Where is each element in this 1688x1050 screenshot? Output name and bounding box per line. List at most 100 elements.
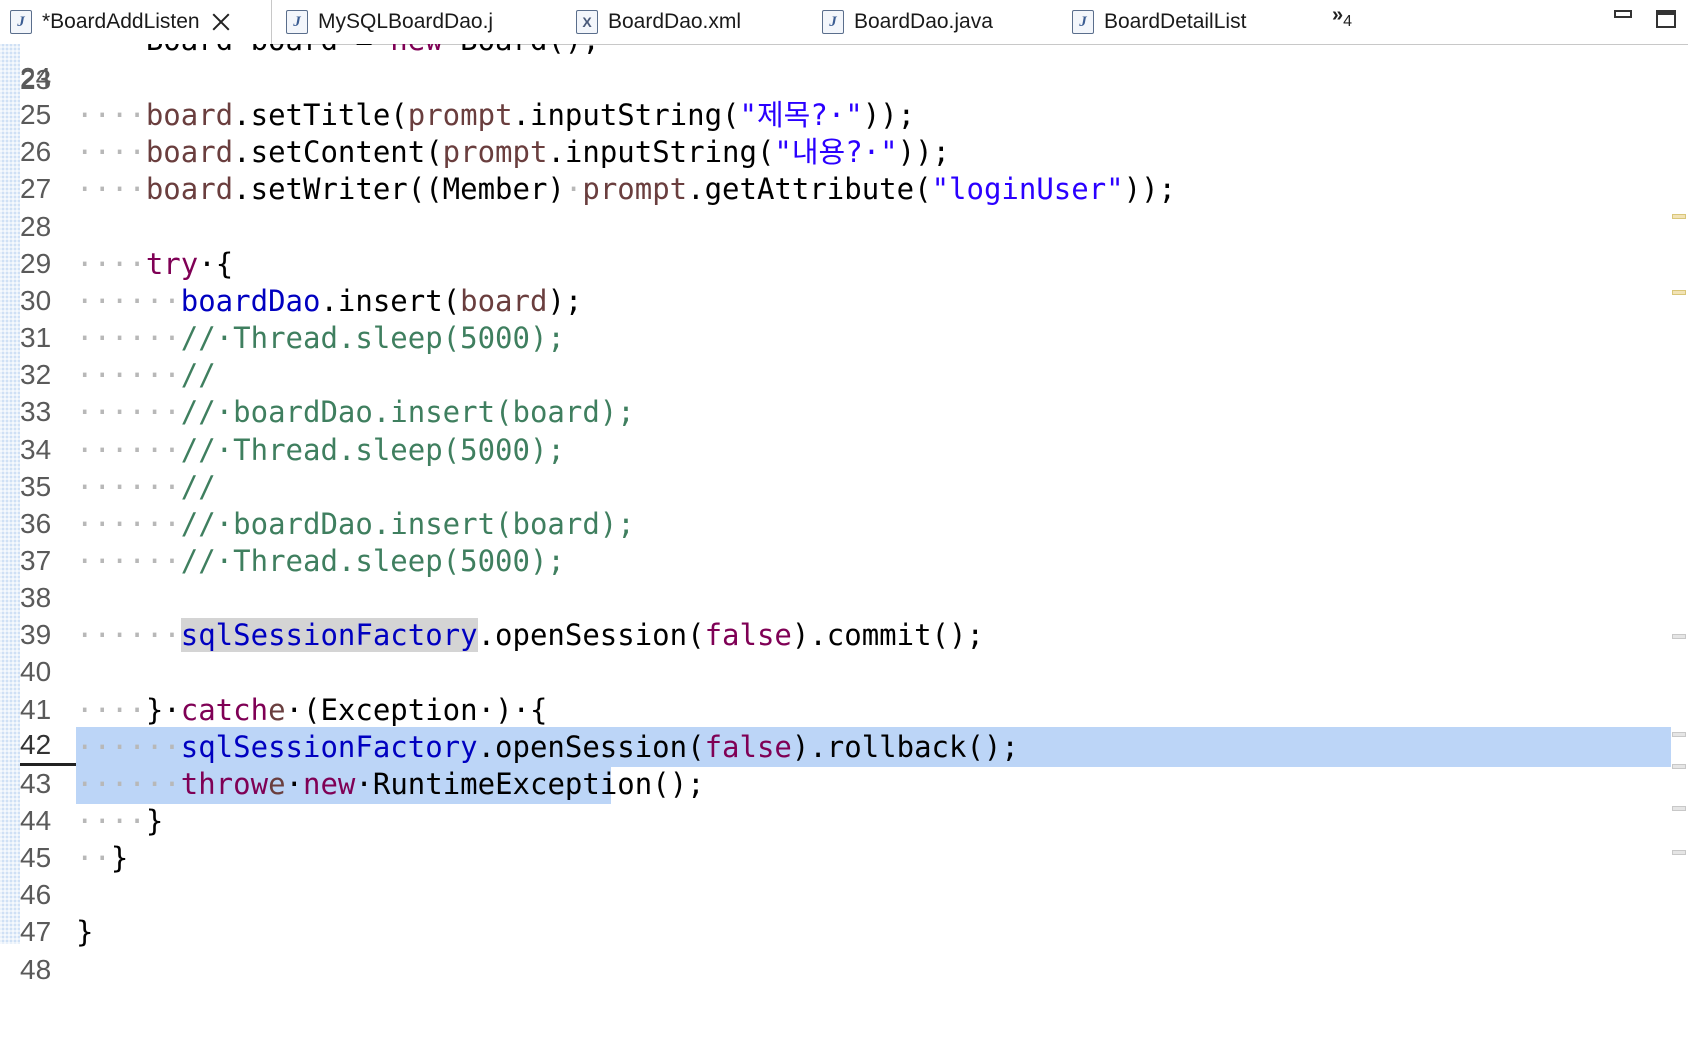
overview-ruler-mark[interactable] bbox=[1672, 806, 1686, 811]
code-line[interactable]: 36 ······//·boardDao.insert(board); bbox=[20, 504, 1670, 544]
code-token: .setTitle( bbox=[233, 98, 408, 133]
code-token: ······ bbox=[76, 321, 181, 356]
code-token: boardDao bbox=[180, 283, 321, 318]
code-text: ····board.setContent(prompt.inputString(… bbox=[76, 132, 950, 172]
code-token: ·(Exception· bbox=[285, 692, 496, 727]
close-icon[interactable] bbox=[210, 11, 232, 33]
code-editor[interactable]: 23 ····Board·board·=·new·Board(); 2425··… bbox=[0, 44, 1688, 1050]
editor-tab-bar: J *BoardAddListen J MySQLBoardDao.j X Bo… bbox=[0, 0, 1688, 45]
overflow-count: 4 bbox=[1343, 13, 1353, 30]
tab-label: BoardDetailList bbox=[1104, 10, 1247, 33]
code-line[interactable]: 39 ······sqlSessionFactory.openSession(fa… bbox=[20, 615, 1670, 655]
code-line[interactable]: 48 bbox=[20, 950, 1670, 990]
java-file-icon: J bbox=[286, 10, 308, 34]
code-line[interactable]: 33 ······//·boardDao.insert(board); bbox=[20, 392, 1670, 432]
tab-overflow-button[interactable]: »4 bbox=[1332, 4, 1352, 31]
code-token: //·Thread.sleep(5000); bbox=[180, 543, 565, 578]
code-token: "내용?·" bbox=[774, 135, 898, 170]
code-token: // bbox=[180, 358, 216, 393]
line-number: 36 bbox=[20, 507, 52, 539]
line-number: 46 bbox=[20, 879, 52, 911]
code-token: } bbox=[110, 841, 129, 876]
minimize-icon[interactable] bbox=[1614, 10, 1632, 18]
line-number: 48 bbox=[20, 953, 52, 985]
code-token: ······ bbox=[76, 729, 181, 764]
code-token: "제목?·" bbox=[739, 98, 863, 133]
code-token: ······ bbox=[76, 283, 181, 318]
tab-board-dao-xml[interactable]: X BoardDao.xml bbox=[576, 0, 741, 44]
code-token: .setContent( bbox=[233, 135, 443, 170]
line-number: 26 bbox=[20, 136, 52, 168]
code-line[interactable]: 29 ····try·{ bbox=[20, 244, 1670, 284]
line-number: 45 bbox=[20, 842, 52, 874]
overview-ruler-mark[interactable] bbox=[1672, 850, 1686, 855]
line-number: 43 bbox=[20, 767, 52, 799]
code-token: ······ bbox=[76, 432, 181, 467]
maximize-icon[interactable] bbox=[1656, 10, 1676, 28]
code-line[interactable]: 34 ······//·Thread.sleep(5000); bbox=[20, 430, 1670, 470]
code-token: ···· bbox=[76, 135, 146, 170]
overview-ruler-mark[interactable] bbox=[1672, 764, 1686, 769]
code-text: ····board.setWriter((Member)·prompt.getA… bbox=[76, 169, 1176, 209]
code-line[interactable]: 27 ····board.setWriter((Member)·prompt.ge… bbox=[20, 169, 1670, 209]
code-token: )); bbox=[862, 98, 916, 133]
code-line[interactable]: 25 ····board.setTitle(prompt.inputString(… bbox=[20, 95, 1670, 135]
code-text: ······throwe·new·RuntimeException(); bbox=[76, 764, 705, 804]
code-token: .getAttribute( bbox=[687, 172, 932, 207]
code-token: board bbox=[145, 98, 234, 133]
quick-diff-ruler bbox=[0, 44, 20, 944]
code-line[interactable]: 37 ······//·Thread.sleep(5000); bbox=[20, 541, 1670, 581]
line-number: 38 bbox=[20, 582, 52, 614]
code-line[interactable]: 40 bbox=[20, 652, 1670, 692]
overview-ruler-mark[interactable] bbox=[1672, 290, 1686, 295]
overview-ruler-mark[interactable] bbox=[1672, 214, 1686, 219]
tab-board-add-listener[interactable]: J *BoardAddListen bbox=[0, 0, 272, 45]
line-number: 34 bbox=[20, 433, 52, 465]
code-text: ······//·boardDao.insert(board); bbox=[76, 504, 635, 544]
overview-ruler-mark[interactable] bbox=[1672, 732, 1686, 737]
code-token: prompt bbox=[407, 98, 513, 133]
code-token: sqlSessionFactory bbox=[180, 618, 478, 653]
code-token: board bbox=[145, 172, 234, 207]
code-token: ···· bbox=[76, 692, 146, 727]
code-line[interactable]: 43 ······throwe·new·RuntimeException(); bbox=[20, 763, 1670, 804]
code-token: prompt bbox=[442, 135, 548, 170]
code-line[interactable]: 31 ······//·Thread.sleep(5000); bbox=[20, 318, 1670, 358]
code-line[interactable]: 28 bbox=[20, 207, 1670, 247]
xml-file-icon: X bbox=[576, 10, 598, 34]
code-token: ······ bbox=[76, 618, 181, 653]
code-token: .inputString( bbox=[512, 98, 740, 133]
code-line[interactable]: 38 bbox=[20, 578, 1670, 618]
code-line[interactable]: 35 ······// bbox=[20, 467, 1670, 507]
code-token: .openSession( bbox=[477, 618, 705, 653]
code-line[interactable]: 30 ······boardDao.insert(board); bbox=[20, 281, 1670, 321]
overflow-chevron-icon: » bbox=[1332, 4, 1344, 26]
line-number: 33 bbox=[20, 396, 52, 428]
code-line[interactable]: 41 ····}·catche·(Exception·)·{ bbox=[20, 690, 1670, 730]
code-token: · bbox=[285, 766, 304, 801]
code-line[interactable]: 24 bbox=[20, 58, 1670, 98]
code-line[interactable]: 32 ······// bbox=[20, 355, 1670, 395]
code-line[interactable]: 42 ······sqlSessionFactory.openSession(fa… bbox=[20, 726, 1671, 767]
code-line[interactable]: 45 ··} bbox=[20, 838, 1670, 878]
code-token: )·{ bbox=[495, 692, 548, 727]
code-token: new bbox=[303, 766, 356, 801]
code-token: ···· bbox=[76, 804, 146, 838]
code-line[interactable]: 46 bbox=[20, 875, 1670, 915]
code-text: ······//·Thread.sleep(5000); bbox=[76, 541, 565, 581]
code-token: .openSession( bbox=[477, 729, 705, 764]
line-number: 31 bbox=[20, 322, 52, 354]
code-token: ·RuntimeException( bbox=[355, 766, 670, 801]
tab-mysql-board-dao[interactable]: J MySQLBoardDao.j bbox=[286, 0, 493, 44]
line-number: 47 bbox=[20, 916, 52, 948]
code-text: ······boardDao.insert(board); bbox=[76, 281, 582, 321]
tab-board-detail-list[interactable]: J BoardDetailList bbox=[1072, 0, 1246, 44]
overview-ruler-mark[interactable] bbox=[1672, 634, 1686, 639]
code-text: ····board.setTitle(prompt.inputString("제… bbox=[76, 95, 915, 135]
code-token: ······ bbox=[76, 358, 181, 393]
code-line[interactable]: 47} bbox=[20, 912, 1670, 952]
tab-board-dao-java[interactable]: J BoardDao.java bbox=[822, 0, 993, 44]
code-line[interactable]: 26 ····board.setContent(prompt.inputStrin… bbox=[20, 132, 1670, 172]
code-line[interactable]: 44 ····} bbox=[20, 801, 1670, 841]
line-number: 30 bbox=[20, 284, 52, 316]
